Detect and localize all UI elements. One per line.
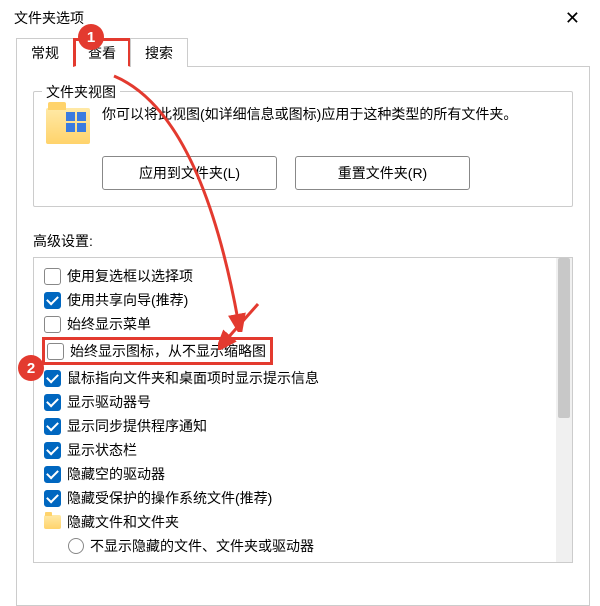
window-title: 文件夹选项: [14, 8, 84, 28]
advanced-item[interactable]: 不显示隐藏的文件、文件夹或驱动器: [44, 534, 556, 558]
advanced-item[interactable]: 隐藏文件和文件夹: [44, 510, 556, 534]
folder-views-group-title: 文件夹视图: [42, 82, 120, 102]
checkbox-icon[interactable]: [44, 268, 61, 285]
advanced-item-label: 隐藏受保护的操作系统文件(推荐): [67, 487, 272, 509]
checkbox-icon[interactable]: [44, 418, 61, 435]
advanced-item-label: 鼠标指向文件夹和桌面项时显示提示信息: [67, 367, 319, 389]
annotation-arrow-1: [110, 72, 260, 332]
annotation-arrow-2: [218, 300, 278, 350]
advanced-item[interactable]: 显示状态栏: [44, 438, 556, 462]
annotation-step-2: 2: [18, 355, 44, 381]
reset-folders-button[interactable]: 重置文件夹(R): [295, 156, 470, 190]
advanced-item[interactable]: 显示驱动器号: [44, 390, 556, 414]
close-icon[interactable]: ✕: [557, 5, 588, 31]
advanced-item-label: 不显示隐藏的文件、文件夹或驱动器: [90, 535, 314, 557]
checkbox-icon[interactable]: [44, 316, 61, 333]
advanced-item[interactable]: 显示隐藏的文件、文件夹和驱动器: [44, 558, 556, 562]
scrollbar[interactable]: [556, 258, 572, 562]
advanced-item[interactable]: 隐藏空的驱动器: [44, 462, 556, 486]
tab-general[interactable]: 常规: [16, 38, 74, 67]
folder-icon: [44, 515, 61, 529]
checkbox-icon[interactable]: [44, 442, 61, 459]
advanced-item-label: 隐藏文件和文件夹: [67, 511, 179, 533]
folder-icon: [46, 108, 90, 144]
advanced-item[interactable]: 隐藏受保护的操作系统文件(推荐): [44, 486, 556, 510]
advanced-item-label: 隐藏空的驱动器: [67, 463, 165, 485]
advanced-item[interactable]: 始终显示图标，从不显示缩略图: [44, 336, 556, 366]
advanced-item[interactable]: 鼠标指向文件夹和桌面项时显示提示信息: [44, 366, 556, 390]
annotation-step-1: 1: [78, 24, 104, 50]
checkbox-icon[interactable]: [44, 394, 61, 411]
tab-search[interactable]: 搜索: [130, 38, 188, 67]
scrollbar-thumb[interactable]: [558, 258, 570, 418]
checkbox-icon[interactable]: [47, 343, 64, 360]
checkbox-icon[interactable]: [44, 466, 61, 483]
tab-panel-view: 文件夹视图 你可以将此视图(如详细信息或图标)应用于这种类型的所有文件夹。 应用…: [16, 66, 590, 606]
checkbox-icon[interactable]: [44, 370, 61, 387]
advanced-item-label: 显示隐藏的文件、文件夹和驱动器: [90, 559, 300, 562]
advanced-item-label: 显示状态栏: [67, 439, 137, 461]
advanced-item-label: 显示同步提供程序通知: [67, 415, 207, 437]
advanced-item-label: 显示驱动器号: [67, 391, 151, 413]
advanced-item[interactable]: 显示同步提供程序通知: [44, 414, 556, 438]
checkbox-icon[interactable]: [44, 292, 61, 309]
tab-strip: 常规 查看 搜索: [16, 38, 600, 67]
checkbox-icon[interactable]: [44, 490, 61, 507]
radio-icon[interactable]: [68, 538, 84, 554]
